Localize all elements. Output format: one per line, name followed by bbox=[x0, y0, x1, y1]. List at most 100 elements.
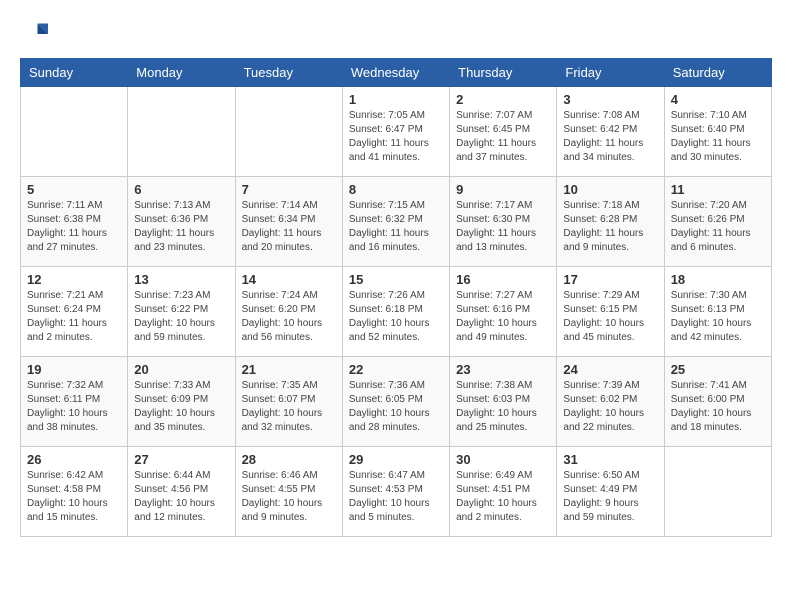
calendar-day-cell: 23 Sunrise: 7:38 AM Sunset: 6:03 PM Dayli… bbox=[450, 357, 557, 447]
day-number: 16 bbox=[456, 272, 550, 287]
day-number: 12 bbox=[27, 272, 121, 287]
day-info: Sunrise: 7:18 AM Sunset: 6:28 PM Dayligh… bbox=[563, 199, 657, 255]
day-number: 26 bbox=[27, 452, 121, 467]
day-info: Sunrise: 7:11 AM Sunset: 6:38 PM Dayligh… bbox=[27, 199, 121, 255]
calendar-day-cell: 19 Sunrise: 7:32 AM Sunset: 6:11 PM Dayli… bbox=[21, 357, 128, 447]
calendar-day-cell: 6Sunrise: 7:13 AM Sunset: 6:36 PM Daylig… bbox=[128, 177, 235, 267]
day-info: Sunrise: 6:49 AM Sunset: 4:51 PM Dayligh… bbox=[456, 469, 550, 525]
day-number: 4 bbox=[671, 92, 765, 107]
calendar-day-cell: 30 Sunrise: 6:49 AM Sunset: 4:51 PM Dayli… bbox=[450, 447, 557, 537]
logo bbox=[20, 20, 52, 48]
day-info: Sunrise: 7:17 AM Sunset: 6:30 PM Dayligh… bbox=[456, 199, 550, 255]
calendar-day-cell: 25 Sunrise: 7:41 AM Sunset: 6:00 PM Dayli… bbox=[664, 357, 771, 447]
calendar-week-row: 12 Sunrise: 7:21 AM Sunset: 6:24 PM Dayli… bbox=[21, 267, 772, 357]
day-info: Sunrise: 7:24 AM Sunset: 6:20 PM Dayligh… bbox=[242, 289, 336, 345]
calendar-day-cell: 27 Sunrise: 6:44 AM Sunset: 4:56 PM Dayli… bbox=[128, 447, 235, 537]
day-info: Sunrise: 7:10 AM Sunset: 6:40 PM Dayligh… bbox=[671, 109, 765, 165]
logo-icon bbox=[20, 20, 48, 48]
day-number: 9 bbox=[456, 182, 550, 197]
calendar-day-cell: 11 Sunrise: 7:20 AM Sunset: 6:26 PM Dayli… bbox=[664, 177, 771, 267]
day-number: 10 bbox=[563, 182, 657, 197]
calendar-day-cell: 18 Sunrise: 7:30 AM Sunset: 6:13 PM Dayli… bbox=[664, 267, 771, 357]
calendar-day-cell: 15 Sunrise: 7:26 AM Sunset: 6:18 PM Dayli… bbox=[342, 267, 449, 357]
day-number: 27 bbox=[134, 452, 228, 467]
day-number: 19 bbox=[27, 362, 121, 377]
day-info: Sunrise: 6:46 AM Sunset: 4:55 PM Dayligh… bbox=[242, 469, 336, 525]
calendar-day-cell: 28Sunrise: 6:46 AM Sunset: 4:55 PM Dayli… bbox=[235, 447, 342, 537]
calendar-day-cell bbox=[128, 87, 235, 177]
weekday-header: Thursday bbox=[450, 59, 557, 87]
calendar-day-cell bbox=[235, 87, 342, 177]
day-number: 17 bbox=[563, 272, 657, 287]
day-info: Sunrise: 6:42 AM Sunset: 4:58 PM Dayligh… bbox=[27, 469, 121, 525]
day-info: Sunrise: 7:38 AM Sunset: 6:03 PM Dayligh… bbox=[456, 379, 550, 435]
calendar-day-cell: 1 Sunrise: 7:05 AM Sunset: 6:47 PM Daylig… bbox=[342, 87, 449, 177]
calendar-day-cell: 26 Sunrise: 6:42 AM Sunset: 4:58 PM Dayli… bbox=[21, 447, 128, 537]
day-number: 14 bbox=[242, 272, 336, 287]
day-info: Sunrise: 7:30 AM Sunset: 6:13 PM Dayligh… bbox=[671, 289, 765, 345]
calendar-day-cell: 14 Sunrise: 7:24 AM Sunset: 6:20 PM Dayli… bbox=[235, 267, 342, 357]
day-number: 15 bbox=[349, 272, 443, 287]
calendar-day-cell: 20Sunrise: 7:33 AM Sunset: 6:09 PM Dayli… bbox=[128, 357, 235, 447]
weekday-header: Saturday bbox=[664, 59, 771, 87]
day-info: Sunrise: 7:23 AM Sunset: 6:22 PM Dayligh… bbox=[134, 289, 228, 345]
day-info: Sunrise: 7:21 AM Sunset: 6:24 PM Dayligh… bbox=[27, 289, 121, 345]
day-number: 6 bbox=[134, 182, 228, 197]
calendar-day-cell: 31Sunrise: 6:50 AM Sunset: 4:49 PM Dayli… bbox=[557, 447, 664, 537]
weekday-header: Wednesday bbox=[342, 59, 449, 87]
calendar-day-cell: 16 Sunrise: 7:27 AM Sunset: 6:16 PM Dayli… bbox=[450, 267, 557, 357]
day-number: 23 bbox=[456, 362, 550, 377]
calendar-week-row: 5Sunrise: 7:11 AM Sunset: 6:38 PM Daylig… bbox=[21, 177, 772, 267]
calendar-table: SundayMondayTuesdayWednesdayThursdayFrid… bbox=[20, 58, 772, 537]
day-info: Sunrise: 7:05 AM Sunset: 6:47 PM Dayligh… bbox=[349, 109, 443, 165]
day-number: 1 bbox=[349, 92, 443, 107]
day-number: 11 bbox=[671, 182, 765, 197]
day-number: 3 bbox=[563, 92, 657, 107]
calendar-day-cell: 12 Sunrise: 7:21 AM Sunset: 6:24 PM Dayli… bbox=[21, 267, 128, 357]
weekday-header: Monday bbox=[128, 59, 235, 87]
calendar-day-cell: 3 Sunrise: 7:08 AM Sunset: 6:42 PM Daylig… bbox=[557, 87, 664, 177]
calendar-day-cell: 22Sunrise: 7:36 AM Sunset: 6:05 PM Dayli… bbox=[342, 357, 449, 447]
calendar-day-cell: 7Sunrise: 7:14 AM Sunset: 6:34 PM Daylig… bbox=[235, 177, 342, 267]
weekday-header: Sunday bbox=[21, 59, 128, 87]
day-info: Sunrise: 6:44 AM Sunset: 4:56 PM Dayligh… bbox=[134, 469, 228, 525]
day-number: 7 bbox=[242, 182, 336, 197]
day-info: Sunrise: 7:27 AM Sunset: 6:16 PM Dayligh… bbox=[456, 289, 550, 345]
day-number: 31 bbox=[563, 452, 657, 467]
weekday-header: Friday bbox=[557, 59, 664, 87]
day-number: 24 bbox=[563, 362, 657, 377]
day-number: 8 bbox=[349, 182, 443, 197]
calendar-week-row: 19 Sunrise: 7:32 AM Sunset: 6:11 PM Dayli… bbox=[21, 357, 772, 447]
calendar-day-cell: 9 Sunrise: 7:17 AM Sunset: 6:30 PM Daylig… bbox=[450, 177, 557, 267]
calendar-day-cell: 4 Sunrise: 7:10 AM Sunset: 6:40 PM Daylig… bbox=[664, 87, 771, 177]
day-info: Sunrise: 7:08 AM Sunset: 6:42 PM Dayligh… bbox=[563, 109, 657, 165]
day-number: 20 bbox=[134, 362, 228, 377]
day-info: Sunrise: 7:41 AM Sunset: 6:00 PM Dayligh… bbox=[671, 379, 765, 435]
day-info: Sunrise: 7:35 AM Sunset: 6:07 PM Dayligh… bbox=[242, 379, 336, 435]
day-info: Sunrise: 6:47 AM Sunset: 4:53 PM Dayligh… bbox=[349, 469, 443, 525]
day-number: 25 bbox=[671, 362, 765, 377]
calendar-day-cell: 24 Sunrise: 7:39 AM Sunset: 6:02 PM Dayli… bbox=[557, 357, 664, 447]
calendar-day-cell: 10 Sunrise: 7:18 AM Sunset: 6:28 PM Dayli… bbox=[557, 177, 664, 267]
day-number: 21 bbox=[242, 362, 336, 377]
calendar-day-cell: 5Sunrise: 7:11 AM Sunset: 6:38 PM Daylig… bbox=[21, 177, 128, 267]
calendar-day-cell: 13 Sunrise: 7:23 AM Sunset: 6:22 PM Dayli… bbox=[128, 267, 235, 357]
day-info: Sunrise: 7:39 AM Sunset: 6:02 PM Dayligh… bbox=[563, 379, 657, 435]
day-number: 30 bbox=[456, 452, 550, 467]
calendar-week-row: 26 Sunrise: 6:42 AM Sunset: 4:58 PM Dayli… bbox=[21, 447, 772, 537]
calendar-header-row: SundayMondayTuesdayWednesdayThursdayFrid… bbox=[21, 59, 772, 87]
page-header bbox=[20, 20, 772, 48]
day-number: 29 bbox=[349, 452, 443, 467]
day-number: 18 bbox=[671, 272, 765, 287]
day-info: Sunrise: 7:26 AM Sunset: 6:18 PM Dayligh… bbox=[349, 289, 443, 345]
day-number: 2 bbox=[456, 92, 550, 107]
day-info: Sunrise: 7:07 AM Sunset: 6:45 PM Dayligh… bbox=[456, 109, 550, 165]
day-number: 13 bbox=[134, 272, 228, 287]
day-info: Sunrise: 7:20 AM Sunset: 6:26 PM Dayligh… bbox=[671, 199, 765, 255]
calendar-day-cell: 8Sunrise: 7:15 AM Sunset: 6:32 PM Daylig… bbox=[342, 177, 449, 267]
calendar-day-cell bbox=[21, 87, 128, 177]
calendar-day-cell bbox=[664, 447, 771, 537]
calendar-day-cell: 29 Sunrise: 6:47 AM Sunset: 4:53 PM Dayli… bbox=[342, 447, 449, 537]
day-info: Sunrise: 7:32 AM Sunset: 6:11 PM Dayligh… bbox=[27, 379, 121, 435]
day-info: Sunrise: 7:36 AM Sunset: 6:05 PM Dayligh… bbox=[349, 379, 443, 435]
